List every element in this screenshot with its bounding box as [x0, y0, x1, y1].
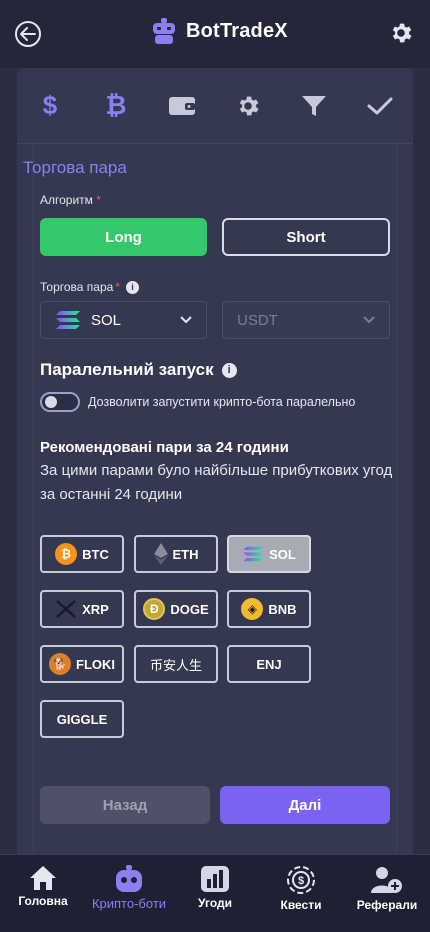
dollar-icon: $	[42, 90, 58, 120]
robot-logo-icon	[153, 18, 175, 44]
toggle-knob	[45, 396, 57, 408]
pair-chip-label: BTC	[82, 546, 109, 562]
pair-chip-label: DOGE	[170, 601, 209, 617]
pair-chip-label: XRP	[82, 601, 109, 617]
nav-label: Квести	[280, 898, 322, 912]
pair-chip-label: GIGGLE	[56, 711, 108, 727]
pair-chip-binance-life[interactable]: 币安人生	[134, 645, 218, 683]
bnb-icon: ◈	[241, 598, 264, 620]
settings-gear-icon[interactable]	[388, 20, 414, 51]
long-button[interactable]: Long	[40, 218, 207, 256]
pair-chip-enj[interactable]: ENJ	[227, 645, 311, 683]
nav-trades[interactable]: Угоди	[172, 855, 258, 932]
base-currency-select[interactable]: SOL	[40, 301, 207, 339]
svg-text:$: $	[298, 875, 304, 887]
nav-quests[interactable]: $ Квести	[258, 855, 344, 932]
bitcoin-icon: ₿	[105, 90, 127, 120]
info-icon[interactable]: i	[125, 280, 139, 294]
algorithm-label-text: Алгоритм	[40, 193, 93, 207]
back-icon[interactable]	[15, 21, 41, 47]
home-icon	[30, 866, 56, 890]
chevron-down-icon	[180, 316, 192, 324]
app-header: BotTradeX	[0, 0, 430, 68]
required-mark: *	[115, 280, 120, 294]
config-tabs: $ ₿	[17, 68, 413, 144]
wallet-icon	[169, 96, 195, 115]
bar-chart-icon	[201, 866, 229, 892]
filter-icon	[302, 95, 326, 116]
nav-referrals[interactable]: Реферали	[344, 855, 430, 932]
pair-chip-label: BNB	[268, 601, 297, 617]
pair-chip-bnb[interactable]: ◈ BNB	[227, 590, 311, 628]
xrp-icon	[56, 600, 76, 618]
pair-chip-xrp[interactable]: XRP	[40, 590, 124, 628]
recommended-title: Рекомендовані пари за 24 години	[40, 439, 289, 456]
quote-currency-select[interactable]: USDT	[222, 301, 390, 339]
tab-filter[interactable]	[281, 68, 347, 143]
pair-chip-eth[interactable]: ETH	[134, 535, 218, 573]
pair-chip-label: ETH	[172, 546, 199, 562]
info-icon[interactable]: i	[221, 362, 237, 378]
pair-chip-giggle[interactable]: GIGGLE	[40, 700, 124, 738]
nav-crypto-bots[interactable]: Крипто-боти	[86, 855, 172, 932]
dollar-badge-icon: $	[287, 866, 315, 894]
chevron-down-icon	[363, 316, 375, 324]
pair-chip-label: FLOKI	[76, 656, 115, 672]
required-mark: *	[96, 193, 101, 207]
tab-wallet[interactable]	[149, 68, 215, 143]
tab-confirm[interactable]	[347, 68, 413, 143]
pair-chip-btc[interactable]: ₿ BTC	[40, 535, 124, 573]
pair-chip-floki[interactable]: 🐕 FLOKI	[40, 645, 124, 683]
back-button[interactable]: Назад	[40, 786, 210, 824]
nav-label: Головна	[18, 894, 68, 908]
algorithm-label: Алгоритм *	[40, 193, 101, 207]
brand: BotTradeX	[152, 18, 288, 44]
parallel-title: Паралельний запуск i	[40, 360, 237, 380]
tab-dollar[interactable]: $	[17, 68, 83, 143]
floki-icon: 🐕	[49, 653, 71, 675]
quote-currency-value: USDT	[237, 311, 278, 329]
nav-label: Крипто-боти	[91, 896, 167, 911]
sol-icon	[56, 311, 80, 329]
gear-icon	[239, 96, 259, 115]
parallel-title-text: Паралельний запуск	[40, 360, 214, 379]
brand-name: BotTradeX	[186, 19, 288, 42]
recommended-description: За цими парами було найбільше прибуткови…	[40, 462, 393, 503]
nav-label: Угоди	[197, 896, 232, 910]
add-user-icon	[371, 867, 402, 893]
pair-label: Торгова пара * i	[40, 280, 139, 294]
base-currency-value: SOL	[91, 311, 122, 329]
pair-label-text: Торгова пара	[40, 280, 114, 294]
tab-bitcoin[interactable]: ₿	[83, 68, 149, 143]
robot-icon	[116, 865, 142, 892]
doge-icon: Ð	[143, 598, 166, 620]
nav-label: Реферали	[356, 898, 418, 912]
next-button[interactable]: Далі	[220, 786, 390, 824]
eth-icon	[153, 543, 168, 565]
section-title: Торгова пара	[23, 158, 127, 177]
pair-chip-label: ENJ	[256, 656, 282, 672]
pair-chip-doge[interactable]: Ð DOGE	[134, 590, 218, 628]
parallel-toggle[interactable]	[40, 392, 80, 412]
bottom-navigation: Головна Крипто-боти Угоди $ Квести Рефер…	[0, 854, 430, 932]
pair-chip-label: 币安人生	[149, 657, 202, 673]
short-button[interactable]: Short	[222, 218, 390, 256]
tab-settings[interactable]	[215, 68, 281, 143]
nav-home[interactable]: Головна	[0, 855, 86, 932]
pair-chip-sol[interactable]: SOL	[227, 535, 311, 573]
pair-chip-label: SOL	[269, 546, 296, 562]
btc-icon: ₿	[55, 543, 78, 565]
check-icon	[367, 97, 393, 114]
sol-icon	[243, 546, 263, 562]
parallel-toggle-label: Дозволити запустити крипто-бота паралель…	[88, 395, 356, 409]
